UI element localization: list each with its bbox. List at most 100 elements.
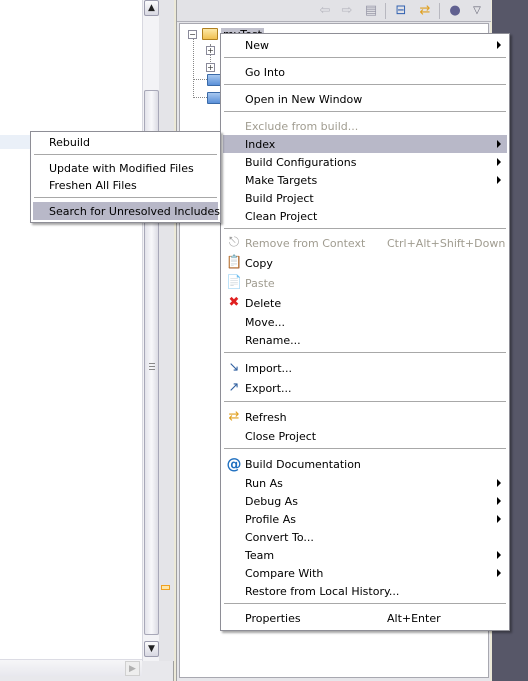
menu-item-update-with-modified-files[interactable]: Update with Modified Files bbox=[33, 159, 218, 177]
view-toolbar: ⇦ ⇨ ▤ ⊟ ⇄ ● ▽ bbox=[177, 0, 491, 22]
menu-item-properties[interactable]: Properties Alt+Enter bbox=[223, 609, 507, 627]
menu-label: Refresh bbox=[245, 410, 287, 424]
menu-item-compare-with[interactable]: Compare With bbox=[223, 564, 507, 582]
menu-item-build-configurations[interactable]: Build Configurations bbox=[223, 153, 507, 171]
vertical-scrollbar[interactable]: ▲ ▼ bbox=[142, 0, 159, 661]
menu-separator bbox=[224, 111, 506, 112]
menu-item-close-project[interactable]: Close Project bbox=[223, 427, 507, 445]
menu-item-new[interactable]: New bbox=[223, 36, 507, 54]
menu-label: Remove from Context bbox=[245, 236, 366, 250]
menu-separator bbox=[224, 352, 506, 353]
menu-item-paste: 📄 Paste bbox=[223, 274, 507, 292]
toolbar-separator bbox=[385, 3, 386, 19]
scroll-up-button[interactable]: ▲ bbox=[144, 0, 159, 16]
menu-item-export[interactable]: ↗ Export... bbox=[223, 379, 507, 397]
menu-item-delete[interactable]: ✖ Delete bbox=[223, 294, 507, 312]
menu-label: Exclude from build... bbox=[245, 119, 359, 133]
menu-shortcut: Ctrl+Alt+Shift+Down bbox=[387, 236, 506, 250]
menu-label: Delete bbox=[245, 296, 282, 310]
menu-item-move[interactable]: Move... bbox=[223, 313, 507, 331]
menu-item-open-in-new-window[interactable]: Open in New Window bbox=[223, 90, 507, 108]
menu-item-freshen-all-files[interactable]: Freshen All Files bbox=[33, 176, 218, 194]
export-icon: ↗ bbox=[228, 380, 240, 395]
menu-item-copy[interactable]: 📋 Copy bbox=[223, 254, 507, 272]
menu-item-exclude-from-build: Exclude from build... bbox=[223, 117, 507, 135]
scroll-down-button[interactable]: ▼ bbox=[144, 641, 159, 657]
menu-label: Run As bbox=[245, 476, 283, 490]
menu-label: Index bbox=[245, 137, 276, 151]
expand-icon[interactable]: + bbox=[206, 45, 215, 55]
horizontal-scrollbar[interactable]: ▶ bbox=[0, 659, 142, 676]
menu-item-go-into[interactable]: Go Into bbox=[223, 63, 507, 81]
menu-label: Open in New Window bbox=[245, 92, 363, 106]
menu-item-debug-as[interactable]: Debug As bbox=[223, 492, 507, 510]
menu-label: Build Configurations bbox=[245, 155, 357, 169]
menu-label: Update with Modified Files bbox=[49, 161, 194, 175]
menu-item-profile-as[interactable]: Profile As bbox=[223, 510, 507, 528]
menu-item-restore-from-local-history[interactable]: Restore from Local History... bbox=[223, 582, 507, 600]
menu-item-clean-project[interactable]: Clean Project bbox=[223, 207, 507, 225]
menu-separator bbox=[224, 57, 506, 58]
submenu-arrow-icon bbox=[497, 515, 501, 523]
menu-label: Build Documentation bbox=[245, 457, 361, 471]
menu-item-import[interactable]: ↘ Import... bbox=[223, 359, 507, 377]
scroll-right-button[interactable]: ▶ bbox=[125, 661, 140, 676]
menu-separator bbox=[34, 197, 217, 198]
chevron-right-icon: ▶ bbox=[129, 663, 136, 674]
menu-item-team[interactable]: Team bbox=[223, 546, 507, 564]
menu-label: Move... bbox=[245, 315, 285, 329]
menu-label: Make Targets bbox=[245, 173, 318, 187]
collapse-icon[interactable]: − bbox=[188, 29, 197, 39]
menu-label: Rebuild bbox=[49, 135, 90, 149]
project-folder-icon bbox=[202, 28, 218, 40]
submenu-arrow-icon bbox=[497, 479, 501, 487]
menu-label: Close Project bbox=[245, 429, 317, 443]
submenu-arrow-icon bbox=[497, 41, 501, 49]
menu-label: Convert To... bbox=[245, 530, 314, 544]
menu-item-make-targets[interactable]: Make Targets bbox=[223, 171, 507, 189]
menu-label: Freshen All Files bbox=[49, 178, 137, 192]
link-with-editor-icon[interactable]: ⇄ bbox=[417, 3, 433, 19]
submenu-arrow-icon bbox=[497, 176, 501, 184]
forward-arrow-icon[interactable]: ⇨ bbox=[339, 3, 355, 19]
up-folder-icon[interactable]: ▤ bbox=[363, 3, 379, 19]
submenu-arrow-icon bbox=[497, 551, 501, 559]
menu-separator bbox=[34, 154, 217, 155]
occurrence-marker[interactable] bbox=[161, 585, 170, 590]
menu-item-build-documentation[interactable]: @ Build Documentation bbox=[223, 455, 507, 473]
menu-label: Search for Unresolved Includes bbox=[49, 204, 221, 218]
menu-item-index[interactable]: Index bbox=[223, 135, 507, 153]
menu-item-build-project[interactable]: Build Project bbox=[223, 189, 507, 207]
editor-panel: ▲ ▼ ▶ bbox=[0, 0, 174, 681]
menu-item-refresh[interactable]: ⇄ Refresh bbox=[223, 408, 507, 426]
menu-separator bbox=[224, 228, 506, 229]
menu-item-convert-to[interactable]: Convert To... bbox=[223, 528, 507, 546]
menu-label: Team bbox=[245, 548, 275, 562]
back-arrow-icon[interactable]: ⇦ bbox=[317, 3, 333, 19]
expand-icon[interactable]: + bbox=[206, 62, 215, 72]
chevron-up-icon: ▲ bbox=[148, 3, 155, 13]
menu-item-rebuild[interactable]: Rebuild bbox=[33, 133, 218, 151]
menu-label: Export... bbox=[245, 381, 292, 395]
menu-label: Properties bbox=[245, 611, 301, 625]
menu-label: Debug As bbox=[245, 494, 298, 508]
view-menu-icon[interactable]: ▽ bbox=[469, 3, 485, 19]
menu-item-rename[interactable]: Rename... bbox=[223, 331, 507, 349]
menu-label: Go Into bbox=[245, 65, 286, 79]
menu-item-run-as[interactable]: Run As bbox=[223, 474, 507, 492]
menu-separator bbox=[224, 401, 506, 402]
remove-context-icon: ⎋ bbox=[228, 235, 240, 250]
menu-item-search-for-unresolved-includes[interactable]: Search for Unresolved Includes bbox=[33, 202, 221, 220]
menu-label: Clean Project bbox=[245, 209, 318, 223]
submenu-arrow-icon bbox=[497, 497, 501, 505]
submenu-arrow-icon bbox=[497, 569, 501, 577]
collapse-all-icon[interactable]: ⊟ bbox=[393, 3, 409, 19]
menu-label: Import... bbox=[245, 361, 292, 375]
menu-separator bbox=[224, 448, 506, 449]
tree-item[interactable]: + bbox=[206, 42, 215, 58]
menu-label: Compare With bbox=[245, 566, 324, 580]
editor-content[interactable] bbox=[0, 0, 142, 661]
menu-item-remove-from-context: ⎋ Remove from Context Ctrl+Alt+Shift+Down bbox=[223, 234, 507, 252]
filter-icon[interactable]: ● bbox=[447, 3, 463, 19]
overview-ruler bbox=[159, 0, 174, 661]
